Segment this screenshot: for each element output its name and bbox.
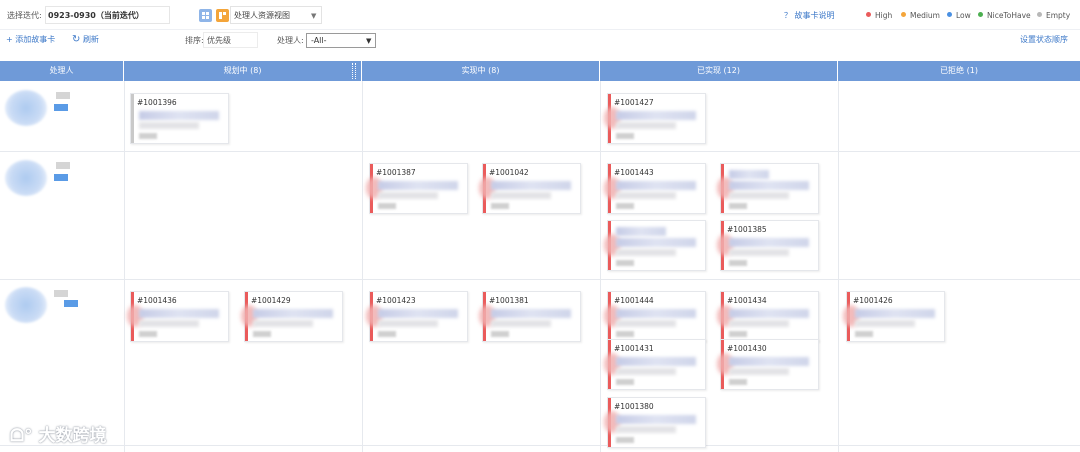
column-header-in-progress[interactable]: 实现中 (8) <box>362 61 600 81</box>
legend-nicetohave: NiceToHave <box>978 10 1031 22</box>
grid-view-icon[interactable] <box>199 9 212 22</box>
story-card-id[interactable]: #1001380 <box>614 402 654 412</box>
story-card-id[interactable]: #1001443 <box>614 168 654 178</box>
add-story-button[interactable]: + 添加故事卡 <box>6 34 55 46</box>
board-header: 处理人 规划中 (8) 实现中 (8) 已实现 (12) 已拒绝 (1) <box>0 61 1080 81</box>
legend-low: Low <box>947 10 971 22</box>
avatar-tag <box>54 104 68 111</box>
avatar-tag <box>56 92 70 99</box>
legend-high: High <box>866 10 892 22</box>
story-card-id[interactable]: #1001444 <box>614 296 654 306</box>
story-card[interactable]: #1001387 <box>366 163 468 214</box>
story-card[interactable]: #1001429 <box>241 291 343 342</box>
story-card[interactable]: #1001430 <box>717 339 819 390</box>
story-card-id[interactable]: #1001430 <box>727 344 767 354</box>
story-card-id[interactable]: #1001434 <box>727 296 767 306</box>
avatar <box>5 160 47 196</box>
assignee-label: 处理人: <box>277 36 304 45</box>
view-select-value: 处理人资源视图 <box>234 11 290 20</box>
story-card-id[interactable]: #1001431 <box>614 344 654 354</box>
story-card-id[interactable]: #1001396 <box>137 98 177 108</box>
avatar-tag <box>54 290 68 297</box>
sort-label: 排序: <box>185 36 204 45</box>
row-divider <box>0 445 1080 446</box>
set-status-order-link[interactable]: 设置状态顺序 <box>1020 34 1068 46</box>
column-divider <box>838 81 839 452</box>
story-card[interactable]: #1001436 <box>127 291 229 342</box>
watermark-logo-icon: ᗝ° <box>10 426 33 446</box>
column-header-done[interactable]: 已实现 (12) <box>600 61 838 81</box>
story-card[interactable]: #1001385 <box>717 220 819 271</box>
avatar-tag <box>54 174 68 181</box>
column-divider <box>362 81 363 452</box>
legend-medium: Medium <box>901 10 940 22</box>
sprint-value[interactable]: 0923-0930（当前迭代） <box>48 10 144 22</box>
avatar <box>5 90 47 126</box>
sort-value: 优先级 <box>207 36 231 45</box>
story-card[interactable] <box>717 163 819 214</box>
legend-empty: Empty <box>1037 10 1070 22</box>
assignee-column-header: 处理人 <box>0 61 124 81</box>
column-header-planning[interactable]: 规划中 (8) <box>124 61 362 81</box>
avatar-tag <box>56 162 70 169</box>
top-toolbar: 选择迭代: 0923-0930（当前迭代） 处理人资源视图 ▼ ？ 故事卡说明 … <box>0 0 1080 30</box>
watermark: ᗝ° 大数跨境 <box>10 426 107 446</box>
story-card-help-link[interactable]: ？ 故事卡说明 <box>784 10 835 22</box>
row-divider <box>0 279 1080 280</box>
story-card-id[interactable]: #1001042 <box>489 168 529 178</box>
avatar <box>5 287 47 323</box>
avatar-tag <box>64 300 78 307</box>
story-card-id[interactable]: #1001423 <box>376 296 416 306</box>
refresh-button[interactable]: ↻ 刷新 <box>72 34 99 46</box>
story-card[interactable]: #1001042 <box>479 163 581 214</box>
dot-icon <box>1037 12 1042 17</box>
chevron-down-icon: ▼ <box>366 37 372 45</box>
story-card[interactable] <box>604 220 706 271</box>
sprint-label: 选择迭代: <box>7 11 42 20</box>
story-card[interactable]: #1001426 <box>843 291 945 342</box>
refresh-icon: ↻ <box>72 34 81 45</box>
story-card[interactable]: #1001443 <box>604 163 706 214</box>
column-divider <box>124 81 125 452</box>
story-card[interactable]: #1001396 <box>130 93 229 144</box>
story-card-id[interactable]: #1001385 <box>727 225 767 235</box>
story-card-id[interactable]: #1001427 <box>614 98 654 108</box>
dot-icon <box>901 12 906 17</box>
resource-view-icon[interactable] <box>216 9 229 22</box>
story-card[interactable]: #1001423 <box>366 291 468 342</box>
secondary-toolbar <box>0 30 1080 54</box>
column-header-rejected[interactable]: 已拒绝 (1) <box>838 61 1080 81</box>
column-resize-handle[interactable] <box>352 63 356 79</box>
priority-bar <box>131 94 134 143</box>
column-divider <box>600 81 601 452</box>
chevron-down-icon: ▼ <box>311 12 317 20</box>
story-card[interactable]: #1001427 <box>604 93 706 144</box>
story-card[interactable]: #1001444 <box>604 291 706 342</box>
story-card[interactable]: #1001431 <box>604 339 706 390</box>
story-card-id[interactable]: #1001381 <box>489 296 529 306</box>
story-card-id[interactable]: #1001426 <box>853 296 893 306</box>
row-divider <box>0 151 1080 152</box>
story-card-id[interactable]: #1001429 <box>251 296 291 306</box>
dot-icon <box>978 12 983 17</box>
story-card[interactable]: #1001381 <box>479 291 581 342</box>
assignee-value: -All- <box>311 36 327 45</box>
story-card[interactable]: #1001380 <box>604 397 706 448</box>
story-card-id[interactable]: #1001436 <box>137 296 177 306</box>
story-card[interactable]: #1001434 <box>717 291 819 342</box>
dot-icon <box>947 12 952 17</box>
story-card-id[interactable]: #1001387 <box>376 168 416 178</box>
dot-icon <box>866 12 871 17</box>
